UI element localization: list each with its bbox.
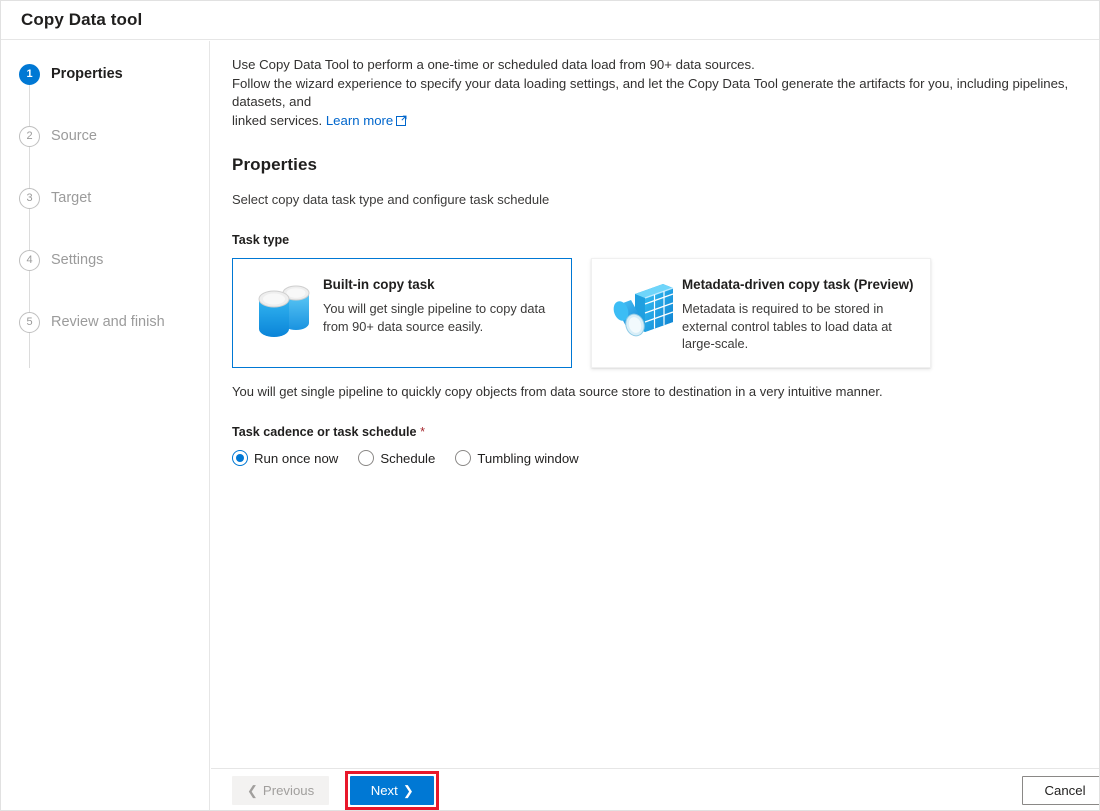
main-content-panel: Use Copy Data Tool to perform a one-time… [211, 41, 1099, 769]
radio-schedule[interactable]: Schedule [358, 450, 435, 466]
cadence-label-text: Task cadence or task schedule [232, 425, 417, 439]
wizard-footer: ❮ Previous Next ❯ Cancel [211, 770, 1099, 810]
task-type-label-text: Task type [232, 233, 290, 247]
database-cylinders-icon [247, 276, 323, 348]
radio-label: Schedule [380, 450, 436, 466]
radio-run-once-now[interactable]: Run once now [232, 450, 338, 466]
sidebar-step-properties[interactable]: 1 Properties [19, 61, 209, 87]
card-title: Metadata-driven copy task (Preview) [682, 277, 914, 292]
wizard-sidebar: 1 Properties 2 Source 3 Target 4 Setting… [2, 41, 210, 810]
window-titlebar: Copy Data tool [1, 1, 1099, 40]
learn-more-link[interactable]: Learn more [326, 113, 393, 128]
step-number-badge: 5 [19, 311, 40, 333]
card-built-in-copy-task[interactable]: Built-in copy task You will get single p… [232, 258, 572, 368]
next-button[interactable]: Next ❯ [350, 776, 435, 805]
page-subtitle: Select copy data task type and configure… [232, 192, 550, 207]
sidebar-step-source[interactable]: 2 Source [19, 123, 209, 149]
cancel-button[interactable]: Cancel [1022, 776, 1099, 805]
external-link-icon [396, 113, 407, 132]
step-number-badge: 3 [19, 187, 40, 209]
step-number-badge: 1 [19, 63, 40, 85]
copy-data-tool-window: Copy Data tool 1 Properties 2 Source 3 T… [0, 0, 1100, 811]
card-description: You will get single pipeline to copy dat… [323, 301, 546, 334]
step-number-badge: 4 [19, 249, 40, 271]
step-label: Target [51, 190, 92, 206]
previous-button-label: Previous [262, 783, 315, 798]
required-marker: * [420, 425, 425, 439]
step-label: Properties [51, 66, 123, 82]
wizard-step-list: 1 Properties 2 Source 3 Target 4 Setting… [2, 61, 209, 368]
task-type-label: Task type [232, 233, 1078, 247]
chevron-right-icon: ❯ [402, 783, 414, 798]
intro-line-1: Use Copy Data Tool to perform a one-time… [232, 57, 755, 72]
radio-dot-icon [358, 450, 375, 466]
cancel-button-label: Cancel [1044, 783, 1086, 798]
metadata-table-magnifier-icon [606, 276, 682, 348]
step-label: Source [51, 128, 97, 144]
intro-description: Use Copy Data Tool to perform a one-time… [232, 56, 1078, 131]
cadence-radio-group: Run once now Schedule Tumbling window [232, 450, 1078, 466]
card-title: Built-in copy task [323, 277, 435, 292]
step-label: Review and finish [51, 314, 165, 330]
step-number-badge: 2 [19, 125, 40, 147]
sidebar-step-review-and-finish[interactable]: 5 Review and finish [19, 309, 209, 335]
radio-dot-icon [455, 450, 472, 466]
task-type-card-group: Built-in copy task You will get single p… [232, 258, 1078, 368]
next-button-highlight-box: Next ❯ [345, 771, 440, 810]
previous-button[interactable]: ❮ Previous [232, 776, 330, 805]
card-metadata-driven-copy-task[interactable]: Metadata-driven copy task (Preview) Meta… [591, 258, 931, 368]
card-text-block: Metadata-driven copy task (Preview) Meta… [682, 274, 916, 353]
radio-tumbling-window[interactable]: Tumbling window [455, 450, 579, 466]
intro-line-2: Follow the wizard experience to specify … [232, 75, 1069, 110]
step-label: Settings [51, 252, 104, 268]
cadence-label: Task cadence or task schedule * [232, 425, 1078, 439]
next-button-label: Next [370, 783, 398, 798]
task-type-note: You will get single pipeline to quickly … [232, 384, 883, 399]
window-title: Copy Data tool [21, 10, 143, 29]
radio-label: Run once now [254, 450, 339, 466]
chevron-left-icon: ❮ [247, 783, 258, 798]
card-text-block: Built-in copy task You will get single p… [323, 274, 557, 335]
page-title: Properties [232, 155, 318, 174]
radio-dot-icon [232, 450, 248, 466]
sidebar-step-target[interactable]: 3 Target [19, 185, 209, 211]
card-description: Metadata is required to be stored in ext… [682, 301, 892, 351]
sidebar-step-settings[interactable]: 4 Settings [19, 247, 209, 273]
radio-label: Tumbling window [477, 450, 579, 466]
intro-line-3-prefix: linked services. [232, 112, 326, 128]
